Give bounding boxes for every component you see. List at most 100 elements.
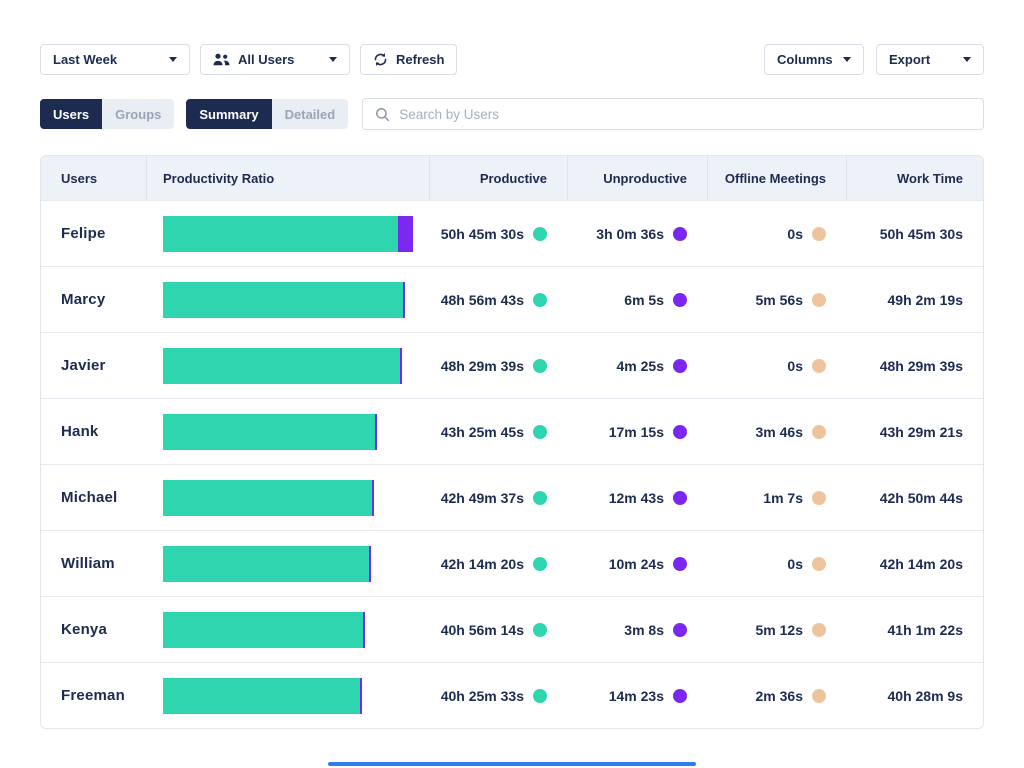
unproductive-bar-segment: [372, 480, 374, 516]
productivity-ratio-bar: [163, 414, 429, 450]
unproductive-bar-segment: [375, 414, 377, 450]
work-time-value: 48h 29m 39s: [880, 358, 963, 374]
productive-value: 50h 45m 30s: [441, 226, 524, 242]
unproductive-value: 4m 25s: [617, 358, 664, 374]
work-time-value: 50h 45m 30s: [880, 226, 963, 242]
productivity-ratio-bar: [163, 546, 429, 582]
unproductive-dot: [673, 425, 687, 439]
offline-meetings-dot: [812, 425, 826, 439]
productive-dot: [533, 491, 547, 505]
filter-row: Users Groups Summary Detailed: [40, 98, 984, 130]
productive-dot: [533, 359, 547, 373]
unproductive-value: 17m 15s: [609, 424, 664, 440]
bottom-accent-bar: [328, 762, 696, 766]
offline-meetings-value: 0s: [787, 358, 803, 374]
work-time-value: 43h 29m 21s: [880, 424, 963, 440]
unproductive-dot: [673, 689, 687, 703]
productive-dot: [533, 425, 547, 439]
productivity-ratio-bar: [163, 282, 429, 318]
unproductive-bar-segment: [400, 348, 402, 384]
unproductive-value: 14m 23s: [609, 688, 664, 704]
column-header-offline-meetings[interactable]: Offline Meetings: [707, 156, 846, 200]
productivity-ratio-bar: [163, 612, 429, 648]
productive-dot: [533, 623, 547, 637]
offline-meetings-value: 5m 12s: [756, 622, 803, 638]
column-header-unproductive[interactable]: Unproductive: [567, 156, 707, 200]
productive-bar-segment: [163, 282, 403, 318]
unproductive-dot: [673, 227, 687, 241]
search-input[interactable]: [399, 107, 971, 122]
toggle-users[interactable]: Users: [40, 99, 102, 129]
unproductive-value: 3h 0m 36s: [596, 226, 664, 242]
table-row[interactable]: Hank 43h 25m 45s 17m 15s 3m 46s 43h 29m …: [41, 398, 983, 464]
toggle-detailed[interactable]: Detailed: [272, 99, 349, 129]
view-toggle: Summary Detailed: [186, 99, 348, 129]
unproductive-dot: [673, 491, 687, 505]
productive-value: 42h 49m 37s: [441, 490, 524, 506]
unproductive-dot: [673, 359, 687, 373]
toggle-groups[interactable]: Groups: [102, 99, 174, 129]
productive-bar-segment: [163, 348, 400, 384]
user-filter-select[interactable]: All Users: [200, 44, 350, 75]
productive-bar-segment: [163, 414, 375, 450]
chevron-down-icon: [963, 57, 971, 62]
productive-bar-segment: [163, 480, 372, 516]
refresh-button[interactable]: Refresh: [360, 44, 457, 75]
unproductive-bar-segment: [398, 216, 413, 252]
users-table: Users Productivity Ratio Productive Unpr…: [40, 155, 984, 729]
productive-value: 42h 14m 20s: [441, 556, 524, 572]
columns-select[interactable]: Columns: [764, 44, 864, 75]
offline-meetings-value: 1m 7s: [763, 490, 803, 506]
table-row[interactable]: Marcy 48h 56m 43s 6m 5s 5m 56s 49h 2m 19…: [41, 266, 983, 332]
column-header-users[interactable]: Users: [41, 156, 146, 200]
table-row[interactable]: William 42h 14m 20s 10m 24s 0s 42h 14m 2…: [41, 530, 983, 596]
column-header-work-time[interactable]: Work Time: [846, 156, 983, 200]
offline-meetings-dot: [812, 557, 826, 571]
columns-label: Columns: [777, 52, 833, 67]
date-range-select[interactable]: Last Week: [40, 44, 190, 75]
offline-meetings-value: 0s: [787, 226, 803, 242]
column-header-productive[interactable]: Productive: [429, 156, 567, 200]
column-header-productivity-ratio[interactable]: Productivity Ratio: [146, 156, 429, 200]
unproductive-dot: [673, 293, 687, 307]
entity-toggle: Users Groups: [40, 99, 174, 129]
table-row[interactable]: Kenya 40h 56m 14s 3m 8s 5m 12s 41h 1m 22…: [41, 596, 983, 662]
productive-dot: [533, 689, 547, 703]
unproductive-bar-segment: [403, 282, 405, 318]
toolbar: Last Week All Users: [40, 44, 984, 75]
productive-value: 40h 25m 33s: [441, 688, 524, 704]
unproductive-dot: [673, 557, 687, 571]
user-name: Freeman: [61, 687, 125, 704]
toggle-summary[interactable]: Summary: [186, 99, 271, 129]
table-row[interactable]: Javier 48h 29m 39s 4m 25s 0s 48h 29m 39s: [41, 332, 983, 398]
offline-meetings-dot: [812, 359, 826, 373]
offline-meetings-value: 2m 36s: [756, 688, 803, 704]
unproductive-bar-segment: [360, 678, 362, 714]
refresh-label: Refresh: [396, 52, 444, 67]
work-time-value: 41h 1m 22s: [888, 622, 964, 638]
toolbar-left: Last Week All Users: [40, 44, 457, 75]
work-time-value: 40h 28m 9s: [888, 688, 964, 704]
table-header: Users Productivity Ratio Productive Unpr…: [41, 156, 983, 200]
unproductive-bar-segment: [369, 546, 371, 582]
search-icon: [375, 107, 390, 122]
unproductive-value: 3m 8s: [624, 622, 664, 638]
offline-meetings-value: 3m 46s: [756, 424, 803, 440]
export-label: Export: [889, 52, 930, 67]
dashboard-page: Last Week All Users: [0, 0, 1024, 729]
user-name: Michael: [61, 489, 117, 506]
export-select[interactable]: Export: [876, 44, 984, 75]
refresh-icon: [373, 52, 388, 67]
unproductive-value: 6m 5s: [624, 292, 664, 308]
table-row[interactable]: Michael 42h 49m 37s 12m 43s 1m 7s 42h 50…: [41, 464, 983, 530]
table-row[interactable]: Felipe 50h 45m 30s 3h 0m 36s 0s 50h 45m …: [41, 200, 983, 266]
productive-dot: [533, 293, 547, 307]
table-row[interactable]: Freeman 40h 25m 33s 14m 23s 2m 36s 40h 2…: [41, 662, 983, 728]
user-name: Felipe: [61, 225, 106, 242]
work-time-value: 42h 14m 20s: [880, 556, 963, 572]
productive-value: 40h 56m 14s: [441, 622, 524, 638]
productive-dot: [533, 227, 547, 241]
productive-value: 43h 25m 45s: [441, 424, 524, 440]
offline-meetings-dot: [812, 293, 826, 307]
work-time-value: 49h 2m 19s: [888, 292, 964, 308]
